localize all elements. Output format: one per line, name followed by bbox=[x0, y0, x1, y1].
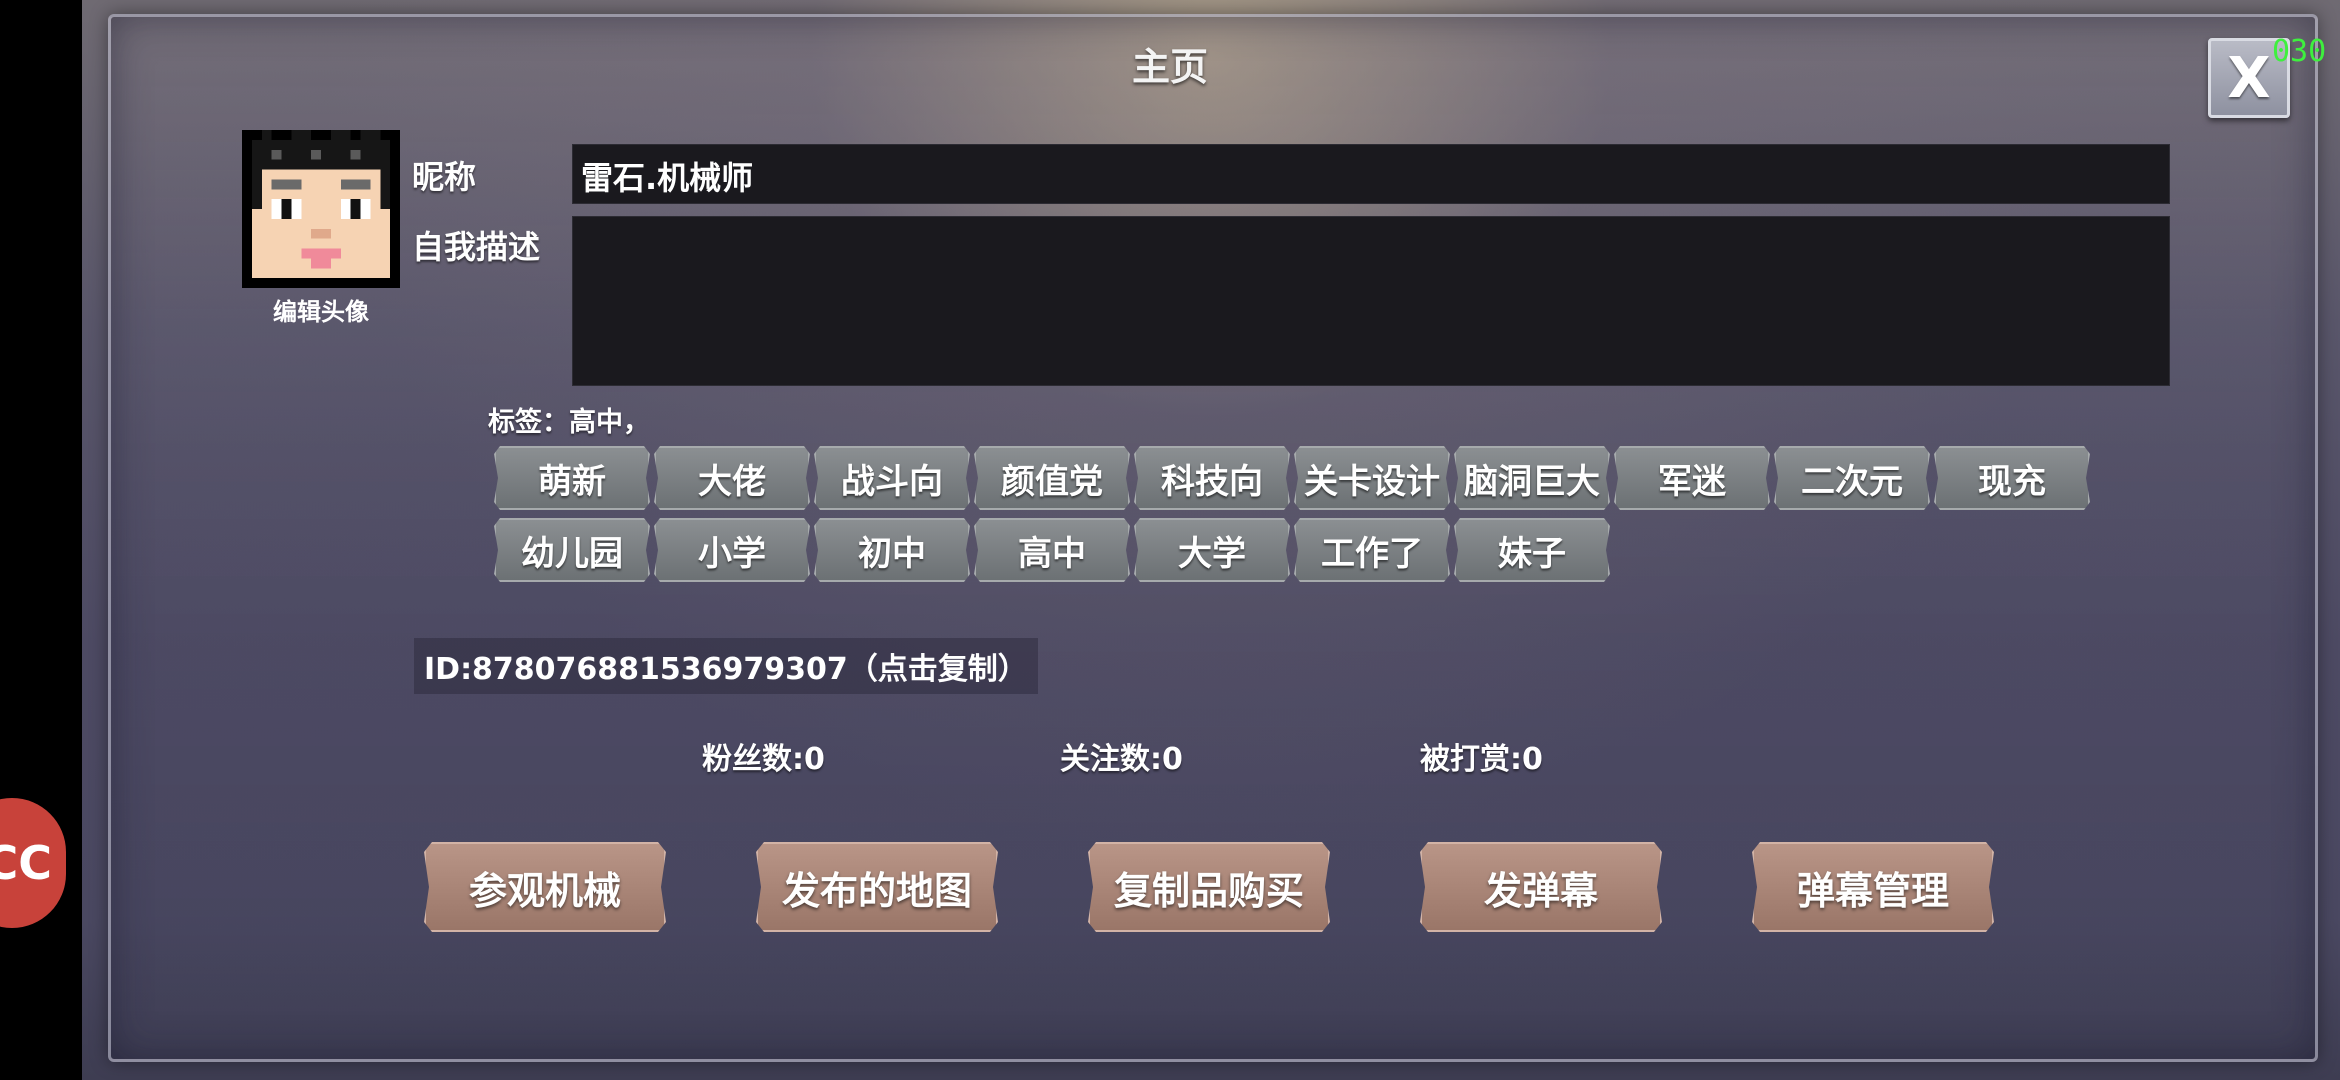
tag-button[interactable]: 二次元 bbox=[1774, 446, 1930, 510]
edit-avatar-link[interactable]: 编辑头像 bbox=[242, 292, 400, 327]
side-floating-badge[interactable]: CC bbox=[0, 798, 66, 928]
tag-button[interactable]: 关卡设计 bbox=[1294, 446, 1450, 510]
page-title: 主页 bbox=[1131, 45, 1208, 89]
tag-button[interactable]: 军迷 bbox=[1614, 446, 1770, 510]
tipped-count: 被打赏:0 bbox=[1420, 742, 1543, 777]
visit-machines-button[interactable]: 参观机械 bbox=[424, 842, 666, 932]
close-icon: X bbox=[2227, 45, 2271, 111]
fans-count: 粉丝数:0 bbox=[702, 742, 825, 777]
following-count: 关注数:0 bbox=[1060, 742, 1183, 777]
buy-replica-button[interactable]: 复制品购买 bbox=[1088, 842, 1330, 932]
description-label: 自我描述 bbox=[412, 228, 541, 266]
nickname-field[interactable]: 雷石.机械师 bbox=[572, 144, 2170, 204]
user-id-copy[interactable]: ID:878076881536979307（点击复制） bbox=[414, 638, 1038, 694]
tag-button[interactable]: 幼儿园 bbox=[494, 518, 650, 582]
description-field[interactable] bbox=[572, 216, 2170, 386]
danmaku-management-button[interactable]: 弹幕管理 bbox=[1752, 842, 1994, 932]
tag-button[interactable]: 科技向 bbox=[1134, 446, 1290, 510]
tag-button[interactable]: 妹子 bbox=[1454, 518, 1610, 582]
selected-tags-text: 标签：高中， bbox=[488, 407, 650, 438]
published-maps-button[interactable]: 发布的地图 bbox=[756, 842, 998, 932]
tag-button[interactable]: 小学 bbox=[654, 518, 810, 582]
send-danmaku-button[interactable]: 发弹幕 bbox=[1420, 842, 1662, 932]
tag-button[interactable]: 脑洞巨大 bbox=[1454, 446, 1610, 510]
fps-counter: 030 bbox=[2272, 34, 2327, 69]
nickname-label: 昵称 bbox=[412, 158, 477, 196]
tag-button[interactable]: 工作了 bbox=[1294, 518, 1450, 582]
avatar-face-icon bbox=[242, 130, 400, 288]
tag-button[interactable]: 战斗向 bbox=[814, 446, 970, 510]
tag-button[interactable]: 大佬 bbox=[654, 446, 810, 510]
tag-button[interactable]: 大学 bbox=[1134, 518, 1290, 582]
avatar[interactable] bbox=[242, 130, 400, 288]
tag-button[interactable]: 颜值党 bbox=[974, 446, 1130, 510]
tag-button[interactable]: 高中 bbox=[974, 518, 1130, 582]
tag-button[interactable]: 初中 bbox=[814, 518, 970, 582]
tag-button[interactable]: 萌新 bbox=[494, 446, 650, 510]
tag-button[interactable]: 现充 bbox=[1934, 446, 2090, 510]
